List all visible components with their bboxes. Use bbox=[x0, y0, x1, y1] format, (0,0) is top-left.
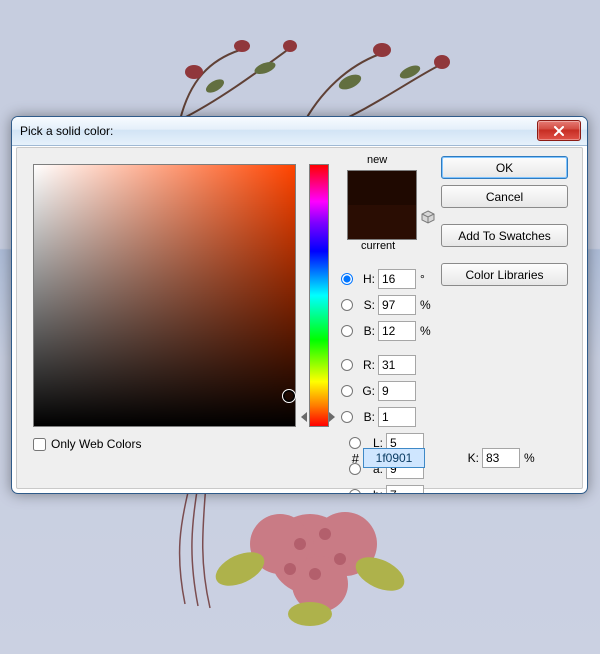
color-preview bbox=[347, 170, 417, 240]
input-b-rgb[interactable] bbox=[378, 407, 416, 427]
unit-k: % bbox=[524, 451, 538, 465]
unit-b-hsb: % bbox=[420, 324, 434, 338]
only-web-colors-checkbox[interactable] bbox=[33, 438, 46, 451]
input-r[interactable] bbox=[378, 355, 416, 375]
saturation-value-field[interactable] bbox=[33, 164, 296, 427]
close-icon bbox=[553, 126, 565, 136]
label-h: H: bbox=[357, 272, 375, 286]
hue-slider[interactable] bbox=[309, 164, 329, 427]
unit-h: ° bbox=[420, 272, 434, 286]
input-g[interactable] bbox=[378, 381, 416, 401]
radio-b-rgb[interactable] bbox=[341, 411, 353, 423]
dialog-body: new current OK Cancel Add To Swatches Co… bbox=[16, 147, 583, 489]
gamut-warning-icon[interactable] bbox=[421, 210, 435, 224]
radio-h[interactable] bbox=[341, 273, 353, 285]
current-color-label: current bbox=[361, 240, 395, 252]
floral-decoration-bottom bbox=[130, 474, 470, 634]
hex-row: # bbox=[341, 448, 425, 468]
cancel-button-label: Cancel bbox=[486, 190, 523, 204]
radio-s[interactable] bbox=[341, 299, 353, 311]
input-b-lab[interactable] bbox=[386, 485, 424, 494]
radio-b-hsb[interactable] bbox=[341, 325, 353, 337]
label-b-hsb: B: bbox=[357, 324, 375, 338]
input-k[interactable] bbox=[482, 448, 520, 468]
label-b-lab: b: bbox=[365, 488, 383, 494]
hex-prefix: # bbox=[341, 451, 359, 466]
unit-s: % bbox=[420, 298, 434, 312]
add-to-swatches-label: Add To Swatches bbox=[458, 229, 551, 243]
only-web-colors-option[interactable]: Only Web Colors bbox=[33, 437, 141, 451]
radio-b-lab[interactable] bbox=[349, 489, 361, 494]
only-web-colors-label: Only Web Colors bbox=[51, 437, 141, 451]
input-hex[interactable] bbox=[363, 448, 425, 468]
input-b-hsb[interactable] bbox=[378, 321, 416, 341]
sv-cursor bbox=[282, 389, 296, 403]
input-h[interactable] bbox=[378, 269, 416, 289]
color-picker-dialog: Pick a solid color: new current OK Cance… bbox=[11, 116, 588, 494]
label-r: R: bbox=[357, 358, 375, 372]
dialog-title: Pick a solid color: bbox=[20, 124, 113, 138]
new-color-label: new bbox=[367, 154, 387, 166]
radio-r[interactable] bbox=[341, 359, 353, 371]
label-k: K: bbox=[463, 451, 479, 465]
label-b-rgb: B: bbox=[357, 410, 375, 424]
input-s[interactable] bbox=[378, 295, 416, 315]
hue-slider-thumb-right[interactable] bbox=[329, 412, 335, 422]
label-g: G: bbox=[357, 384, 375, 398]
label-s: S: bbox=[357, 298, 375, 312]
current-color-swatch[interactable] bbox=[348, 205, 416, 239]
cancel-button[interactable]: Cancel bbox=[441, 185, 568, 208]
titlebar[interactable]: Pick a solid color: bbox=[12, 117, 587, 146]
ok-button-label: OK bbox=[496, 161, 513, 175]
hue-slider-thumb-left[interactable] bbox=[301, 412, 307, 422]
radio-g[interactable] bbox=[341, 385, 353, 397]
new-color-swatch bbox=[348, 171, 416, 205]
add-to-swatches-button[interactable]: Add To Swatches bbox=[441, 224, 568, 247]
close-button[interactable] bbox=[537, 120, 581, 141]
ok-button[interactable]: OK bbox=[441, 156, 568, 179]
